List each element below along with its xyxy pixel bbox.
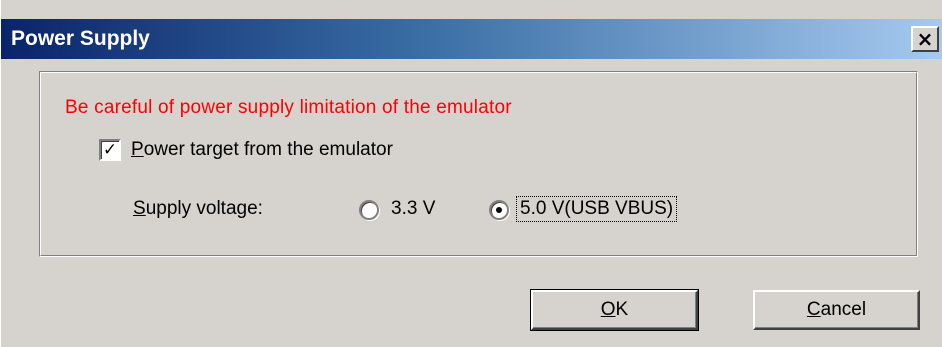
power-target-checkbox[interactable]: ✓ — [99, 139, 121, 161]
dialog-body: Be careful of power supply limitation of… — [1, 59, 942, 347]
supply-voltage-label: Supply voltage: — [133, 198, 263, 219]
ok-button[interactable]: OK — [530, 289, 699, 331]
warning-message: Be careful of power supply limitation of… — [65, 97, 512, 118]
title-bar[interactable]: Power Supply × — [1, 19, 942, 59]
radio-5-0v-label[interactable]: 5.0 V(USB VBUS) — [515, 196, 678, 222]
close-icon: × — [916, 27, 934, 51]
power-supply-dialog: Power Supply × Be careful of power suppl… — [0, 0, 942, 347]
power-target-label[interactable]: Power target from the emulator — [131, 139, 393, 161]
radio-3-3v-label[interactable]: 3.3 V — [391, 198, 435, 220]
power-target-row: ✓ Power target from the emulator — [65, 139, 393, 161]
cancel-button[interactable]: Cancel — [753, 290, 920, 330]
radio-selected-dot — [496, 207, 502, 213]
checkmark-icon: ✓ — [102, 139, 118, 160]
supply-voltage-row: Supply voltage: 3.3 V 5.0 V(USB VBUS) — [1, 194, 942, 224]
window-title: Power Supply — [11, 27, 150, 50]
close-button[interactable]: × — [911, 26, 939, 52]
radio-3-3v[interactable] — [359, 200, 379, 220]
radio-5-0v[interactable] — [489, 200, 509, 220]
